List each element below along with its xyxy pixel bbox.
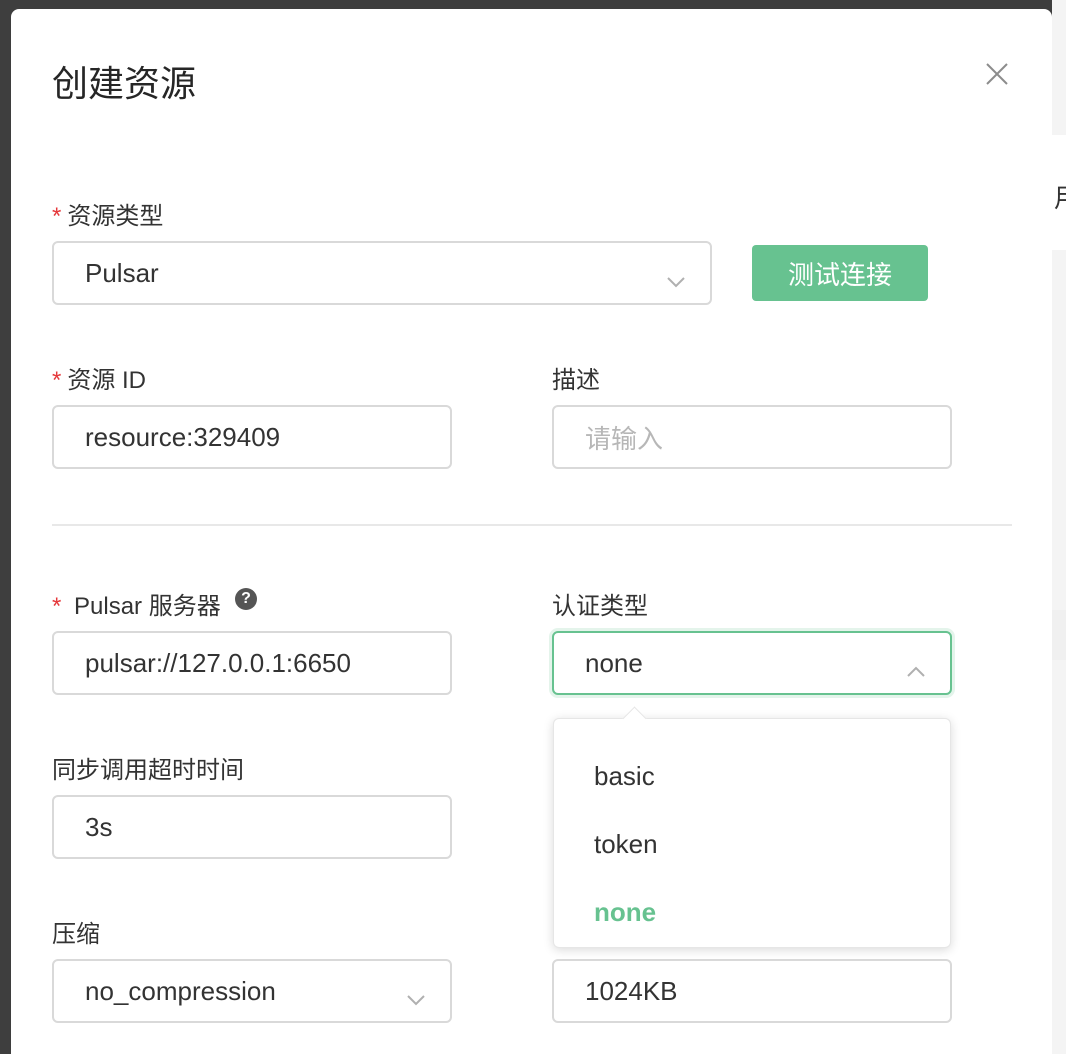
chevron-up-icon xyxy=(906,655,926,686)
background-page: 用 xyxy=(1052,0,1066,1054)
auth-type-select[interactable]: none xyxy=(552,631,952,695)
auth-type-value: none xyxy=(585,647,643,678)
batch-size-input[interactable]: 1024KB xyxy=(552,959,952,1023)
dropdown-option-none[interactable]: none xyxy=(554,878,950,946)
help-icon[interactable]: ? xyxy=(235,588,257,610)
description-input[interactable]: 请输入 xyxy=(552,405,952,469)
pulsar-server-input[interactable]: pulsar://127.0.0.1:6650 xyxy=(52,631,452,695)
dialog-title: 创建资源 xyxy=(52,63,197,104)
pulsar-server-label: * Pulsar 服务器 xyxy=(52,593,221,620)
compression-value: no_compression xyxy=(85,975,276,1006)
auth-type-dropdown: basic token none xyxy=(553,706,951,948)
required-mark: * xyxy=(52,203,62,230)
background-text: 用 xyxy=(1054,178,1066,215)
divider xyxy=(52,524,1012,526)
resource-type-label: * 资源类型 xyxy=(52,203,164,230)
dropdown-option-token[interactable]: token xyxy=(554,810,950,878)
compression-select[interactable]: no_compression xyxy=(52,959,452,1023)
chevron-down-icon xyxy=(666,265,686,296)
create-resource-dialog: 创建资源 * 资源类型 Pulsar 测试连接 * 资源 ID resource:3… xyxy=(11,9,1052,1054)
resource-id-label: * 资源 ID xyxy=(52,367,147,394)
required-mark: * xyxy=(52,367,62,394)
resource-type-select[interactable]: Pulsar xyxy=(52,241,712,305)
auth-type-label: 认证类型 xyxy=(552,593,648,620)
required-mark: * xyxy=(52,593,62,620)
description-label: 描述 xyxy=(552,367,600,394)
close-icon[interactable] xyxy=(983,60,1011,88)
sync-timeout-label: 同步调用超时时间 xyxy=(52,757,244,784)
sync-timeout-input[interactable]: 3s xyxy=(52,795,452,859)
resource-type-value: Pulsar xyxy=(85,257,159,288)
dropdown-arrow xyxy=(622,706,647,731)
dropdown-option-basic[interactable]: basic xyxy=(554,742,950,810)
chevron-down-icon xyxy=(406,983,426,1014)
resource-id-input[interactable]: resource:329409 xyxy=(52,405,452,469)
test-connection-button[interactable]: 测试连接 xyxy=(752,245,928,301)
compression-label: 压缩 xyxy=(52,921,100,948)
